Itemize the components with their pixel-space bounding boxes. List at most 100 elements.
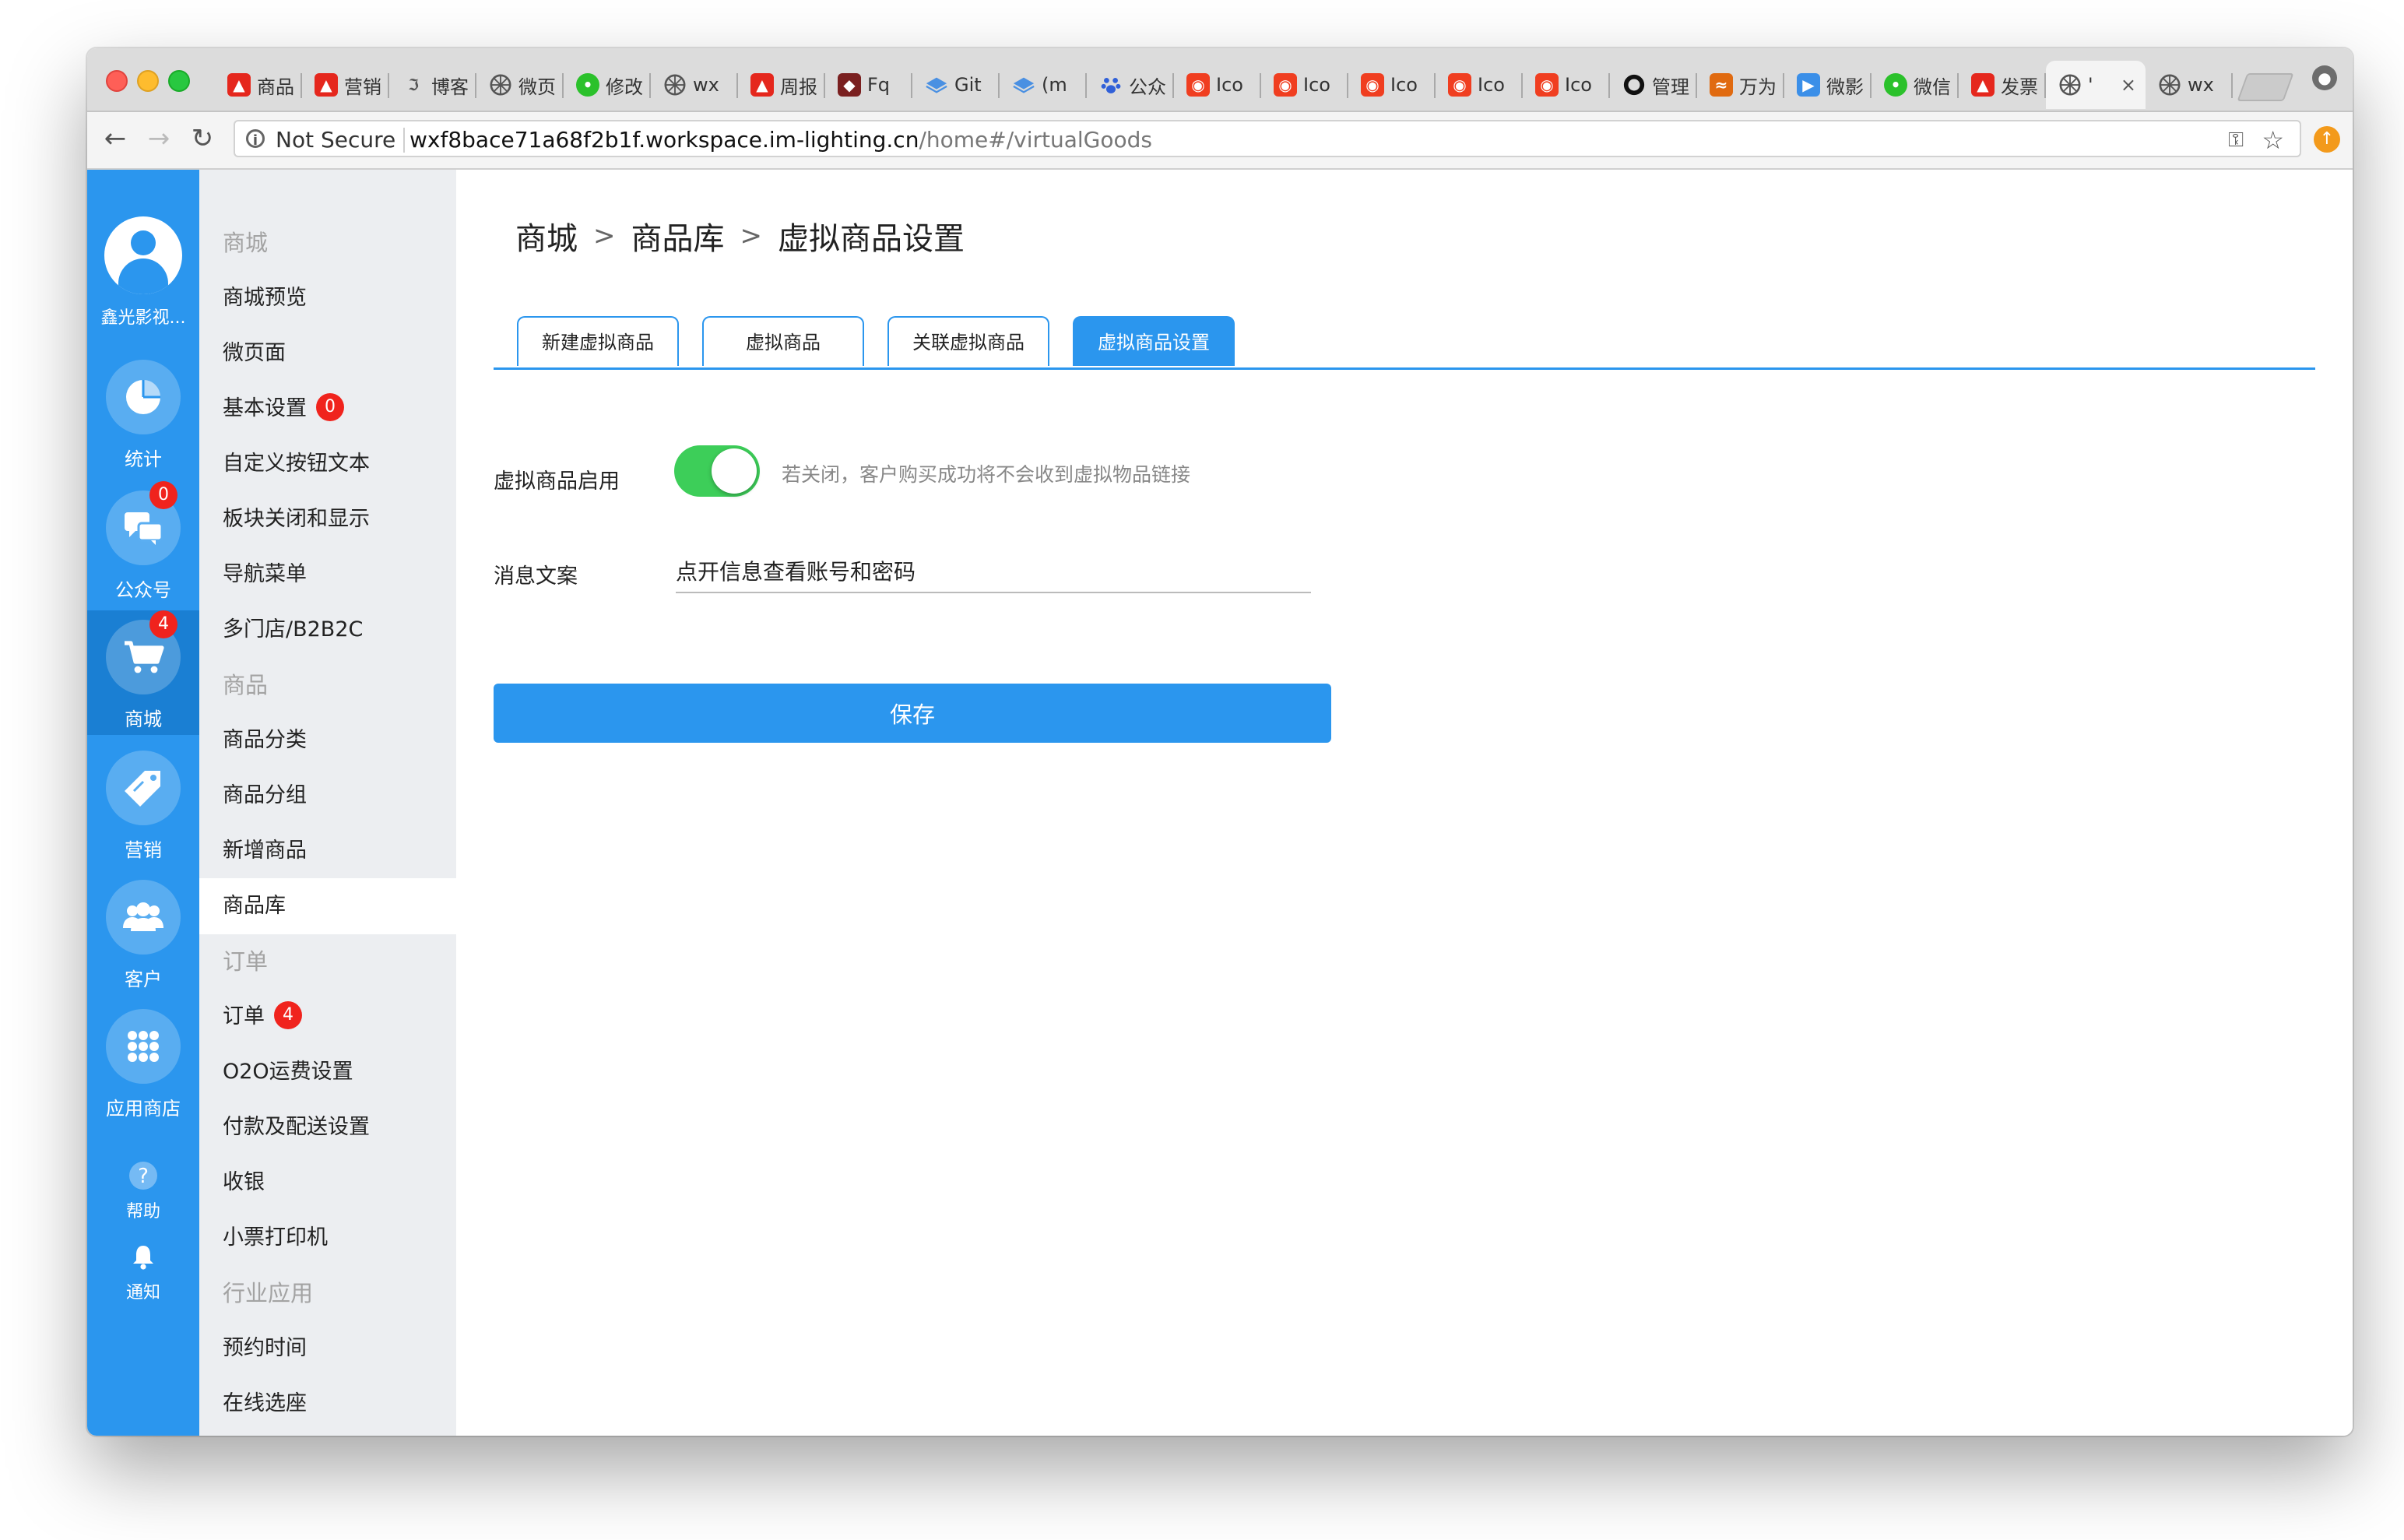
main-content: 商城 > 商品库 > 虚拟商品设置 新建虚拟商品 虚拟商品 关联虚拟商品 虚拟商品设置 虚拟商…: [456, 170, 2353, 1436]
submenu-item[interactable]: 收银: [199, 1155, 456, 1211]
submenu-item[interactable]: 自定义按钮文本: [199, 436, 456, 492]
browser-tab[interactable]: Git: [912, 61, 1000, 109]
browser-tabs: ▲ 商品 ▲ 营销 ℑ 博客 微页 • 修改 wx ▲ 周报 ◆ Fq Git (m 公众 ◉ Ico ◉ Ico ◉ Ic…: [215, 61, 2233, 111]
browser-tab[interactable]: wx: [651, 61, 738, 109]
submenu-item[interactable]: 基本设置 0: [199, 381, 456, 437]
browser-tab[interactable]: ℑ 博客: [389, 61, 476, 109]
portrait-icon: ◆: [838, 73, 861, 97]
save-button[interactable]: 保存: [494, 684, 1331, 743]
breadcrumb-item[interactable]: 商城: [515, 213, 578, 258]
browser-tab-label: 博客: [431, 76, 469, 98]
browser-tab-label: 周报: [780, 76, 817, 98]
rail-item-0[interactable]: 统计: [87, 350, 199, 475]
submenu-item[interactable]: 在线选座: [199, 1376, 456, 1432]
bookmark-star-icon[interactable]: ☆: [2262, 121, 2284, 159]
rail-item-4[interactable]: 客户: [87, 870, 199, 995]
submenu-item[interactable]: 预约时间: [199, 1320, 456, 1377]
rail-item-label: 营销: [125, 839, 162, 861]
tab-strip: ▲ 商品 ▲ 营销 ℑ 博客 微页 • 修改 wx ▲ 周报 ◆ Fq Git (m 公众 ◉ Ico ◉ Ico ◉ Ic…: [87, 48, 2353, 112]
browser-tab[interactable]: 微页: [476, 61, 564, 109]
new-tab-button[interactable]: [2237, 73, 2294, 101]
address-bar[interactable]: i Not Secure wxf8bace71a68f2b1f.workspac…: [234, 120, 2301, 157]
browser-tab[interactable]: ▲ 发票: [1959, 61, 2046, 109]
info-icon[interactable]: i: [246, 129, 265, 149]
submenu-item-badge: 4: [274, 1001, 302, 1029]
browser-tab[interactable]: 公众: [1087, 61, 1174, 109]
browser-tab[interactable]: ' ×: [2046, 61, 2146, 109]
profile-icon[interactable]: ●: [2312, 65, 2337, 90]
browser-tab[interactable]: ▲ 商品: [215, 61, 302, 109]
submenu-item-label: 基本设置: [223, 396, 307, 420]
browser-tab[interactable]: ≈ 万为: [1697, 61, 1784, 109]
zoom-window-button[interactable]: [168, 70, 190, 92]
submenu-item-label: 板块关闭和显示: [223, 507, 370, 531]
reload-icon[interactable]: ↻: [187, 123, 218, 154]
help-nav[interactable]: ? 帮助: [87, 1160, 199, 1235]
browser-tab[interactable]: ▲ 营销: [302, 61, 389, 109]
submenu-item[interactable]: 商品库: [199, 878, 456, 934]
stack-icon: [1012, 73, 1035, 97]
submenu-item[interactable]: 多门店/B2B2C: [199, 602, 456, 658]
tab-2[interactable]: 关联虚拟商品: [887, 316, 1049, 366]
submenu-item[interactable]: 板块关闭和显示: [199, 491, 456, 547]
close-window-button[interactable]: [106, 70, 128, 92]
price-tag-circle: [106, 751, 181, 825]
forward-arrow-icon[interactable]: →: [143, 123, 174, 154]
back-arrow-icon[interactable]: ←: [100, 123, 131, 154]
thumbs-up-icon: ▲: [315, 73, 338, 97]
minimize-window-button[interactable]: [137, 70, 159, 92]
submenu-item[interactable]: 商品分组: [199, 768, 456, 824]
message-input[interactable]: [676, 550, 1311, 593]
wechat-icon: •: [576, 73, 599, 97]
submenu-item-label: 付款及配送设置: [223, 1115, 370, 1139]
close-tab-icon[interactable]: ×: [2121, 74, 2136, 96]
submenu-item[interactable]: 微页面: [199, 325, 456, 381]
key-icon[interactable]: ⚿: [2228, 121, 2244, 159]
browser-tab[interactable]: ◉ Ico: [1348, 61, 1436, 109]
users-circle: [106, 880, 181, 955]
enable-toggle[interactable]: [674, 445, 760, 497]
rail-item-label: 统计: [125, 448, 162, 470]
tab-0[interactable]: 新建虚拟商品: [517, 316, 679, 366]
browser-tab[interactable]: • 微信: [1872, 61, 1959, 109]
tab-3[interactable]: 虚拟商品设置: [1073, 316, 1235, 366]
browser-tab[interactable]: ▶ 微影: [1784, 61, 1872, 109]
content-tabs: 新建虚拟商品 虚拟商品 关联虚拟商品 虚拟商品设置: [494, 316, 2315, 370]
submenu-item-label: 微页面: [223, 341, 286, 365]
submenu-item[interactable]: 付款及配送设置: [199, 1099, 456, 1155]
wechat-icon: •: [1884, 73, 1907, 97]
submenu-item[interactable]: O2O运费设置: [199, 1044, 456, 1100]
rail-item-5[interactable]: 应用商店: [87, 1000, 199, 1124]
breadcrumb-item[interactable]: 商品库: [631, 213, 725, 258]
browser-tab-label: 修改: [606, 76, 643, 98]
browser-tab[interactable]: ▲ 周报: [738, 61, 825, 109]
tab-1[interactable]: 虚拟商品: [702, 316, 864, 366]
rail-item-1[interactable]: 公众号 0: [87, 481, 199, 606]
browser-tab[interactable]: wx: [2146, 61, 2233, 109]
browser-tab[interactable]: (m: [1000, 61, 1087, 109]
rail-item-3[interactable]: 营销: [87, 741, 199, 866]
browser-tab[interactable]: 管理: [1610, 61, 1697, 109]
thumbs-up-icon: ▲: [227, 73, 251, 97]
browser-tab[interactable]: • 修改: [564, 61, 651, 109]
submenu-item[interactable]: 导航菜单: [199, 547, 456, 603]
browser-tab[interactable]: ◉ Ico: [1261, 61, 1348, 109]
submenu-item[interactable]: 商城预览: [199, 270, 456, 326]
submenu-item[interactable]: 订单 4: [199, 989, 456, 1045]
submenu-item-label: 自定义按钮文本: [223, 452, 370, 476]
url-host: wxf8bace71a68f2b1f.workspace.im-lighting…: [409, 127, 919, 153]
notify-nav[interactable]: 通知: [87, 1241, 199, 1316]
extension-icon[interactable]: ↑: [2314, 126, 2340, 153]
browser-tab-label: (m: [1042, 74, 1067, 96]
submenu-item[interactable]: 小票打印机: [199, 1210, 456, 1266]
rail-item-2[interactable]: 商城 4: [87, 610, 199, 735]
browser-tab[interactable]: ◉ Ico: [1523, 61, 1610, 109]
browser-tab[interactable]: ◉ Ico: [1174, 61, 1261, 109]
rail-item-label: 应用商店: [106, 1098, 181, 1120]
submenu-item[interactable]: 商品分类: [199, 712, 456, 768]
browser-tab[interactable]: ◉ Ico: [1436, 61, 1523, 109]
submenu-item[interactable]: 新增商品: [199, 823, 456, 879]
browser-tab[interactable]: ◆ Fq: [825, 61, 912, 109]
submenu-group-heading: 订单: [199, 933, 456, 990]
avatar[interactable]: [104, 216, 182, 294]
